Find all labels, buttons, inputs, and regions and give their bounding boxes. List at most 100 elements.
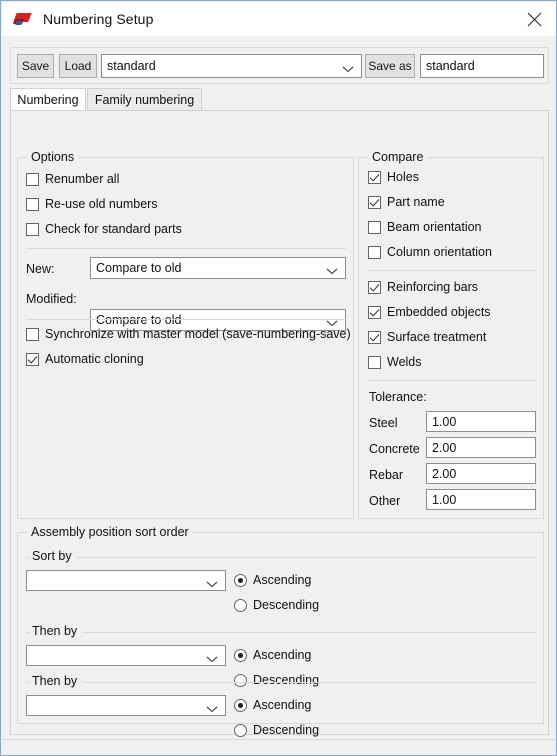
then-by-2-combobox[interactable] [26, 695, 226, 716]
tolerance-concrete-input[interactable]: 2.00 [426, 437, 536, 458]
checkbox-automatic-cloning[interactable]: Automatic cloning [26, 352, 144, 366]
tolerance-label: Tolerance: [369, 390, 427, 404]
checkbox-label: Synchronize with master model (save-numb… [45, 327, 351, 341]
radio-label: Descending [253, 598, 320, 612]
divider [26, 248, 346, 249]
checkbox-box [368, 195, 381, 209]
tolerance-other-label: Other [369, 494, 401, 508]
checkbox-label: Automatic cloning [45, 352, 144, 366]
radio-circle [234, 723, 247, 737]
sort-by-label: Sort by [30, 549, 77, 563]
checkbox-label: Check for standard parts [45, 222, 182, 236]
radio-label: Ascending [253, 698, 312, 712]
checkbox-label: Surface treatment [387, 330, 487, 344]
assembly-position-sort-order-group: Assembly position sort order Sort by Asc… [17, 525, 544, 737]
checkbox-box [26, 352, 39, 366]
compare-group-label: Compare [368, 150, 428, 164]
sort-by-subgroup: Sort by Ascending Descending [26, 549, 536, 613]
radio-circle [234, 698, 247, 712]
checkbox-welds[interactable]: Welds [368, 355, 422, 369]
checkbox-box [368, 330, 381, 344]
checkbox-part-name[interactable]: Part name [368, 195, 445, 209]
checkbox-box [368, 170, 381, 184]
chevron-down-icon [206, 652, 218, 662]
tolerance-rebar-label: Rebar [369, 468, 404, 482]
sort-by-combobox[interactable] [26, 570, 226, 591]
chevron-down-icon [342, 62, 354, 73]
tab-strip: Numbering Family numbering [10, 88, 549, 111]
attribute-file-bar: Save Load standard Save as standard [10, 47, 549, 84]
radio-then-by-2-descending[interactable]: Descending [234, 723, 319, 737]
modified-label: Modified: [26, 292, 77, 306]
attribute-file-value: standard [107, 59, 156, 73]
checkbox-synchronize-with-master-model[interactable]: Synchronize with master model (save-numb… [26, 327, 351, 341]
tolerance-rebar-input[interactable]: 2.00 [426, 463, 536, 484]
save-button[interactable]: Save [17, 54, 54, 78]
title-bar: Numbering Setup [2, 2, 556, 36]
checkbox-label: Re-use old numbers [45, 197, 158, 211]
checkbox-reinforcing-bars[interactable]: Reinforcing bars [368, 280, 478, 294]
radio-label: Descending [253, 723, 320, 737]
dialog-footer: OK Apply Cancel [2, 739, 556, 755]
checkbox-box [26, 197, 39, 211]
checkbox-label: Part name [387, 195, 445, 209]
checkbox-reuse-old-numbers[interactable]: Re-use old numbers [26, 197, 158, 211]
numbering-setup-dialog: Numbering Setup Save Load standard Save … [0, 0, 557, 756]
checkbox-box [26, 172, 39, 186]
options-group: Options Renumber all Re-use old numbers … [17, 150, 354, 519]
then-by-2-label: Then by [30, 674, 83, 688]
divider [368, 380, 536, 381]
radio-label: Ascending [253, 573, 312, 587]
tab-numbering[interactable]: Numbering [10, 88, 86, 111]
then-by-1-subgroup: Then by Ascending Descending [26, 624, 536, 688]
chevron-down-icon [326, 316, 338, 327]
checkbox-label: Renumber all [45, 172, 120, 186]
checkbox-column-orientation[interactable]: Column orientation [368, 245, 492, 259]
then-by-1-combobox[interactable] [26, 645, 226, 666]
tolerance-rebar-value: 2.00 [432, 466, 457, 481]
divider [368, 270, 536, 271]
checkbox-check-for-standard-parts[interactable]: Check for standard parts [26, 222, 182, 236]
tolerance-steel-input[interactable]: 1.00 [426, 411, 536, 432]
radio-circle [234, 598, 247, 612]
close-icon[interactable] [511, 2, 556, 36]
tolerance-other-value: 1.00 [432, 492, 457, 507]
checkbox-surface-treatment[interactable]: Surface treatment [368, 330, 486, 344]
save-as-input[interactable]: standard [420, 54, 544, 78]
save-as-value: standard [426, 59, 475, 73]
chevron-down-icon [206, 577, 218, 587]
sort-order-group-label: Assembly position sort order [27, 525, 193, 539]
checkbox-renumber-all[interactable]: Renumber all [26, 172, 119, 186]
window-title: Numbering Setup [43, 11, 154, 27]
checkbox-embedded-objects[interactable]: Embedded objects [368, 305, 491, 319]
checkbox-box [26, 327, 39, 341]
save-as-button[interactable]: Save as [365, 54, 415, 78]
checkbox-box [368, 245, 381, 259]
radio-then-by-2-ascending[interactable]: Ascending [234, 698, 311, 712]
checkbox-beam-orientation[interactable]: Beam orientation [368, 220, 482, 234]
attribute-file-combobox[interactable]: standard [101, 54, 362, 78]
radio-sort-by-ascending[interactable]: Ascending [234, 573, 311, 587]
then-by-2-subgroup: Then by Ascending Descending [26, 674, 536, 738]
tab-family-numbering[interactable]: Family numbering [87, 88, 202, 111]
radio-circle [234, 573, 247, 587]
tolerance-concrete-label: Concrete [369, 442, 420, 456]
modified-value: Compare to old [96, 313, 182, 327]
checkbox-box [368, 305, 381, 319]
radio-label: Ascending [253, 648, 312, 662]
checkbox-holes[interactable]: Holes [368, 170, 419, 184]
radio-circle [234, 648, 247, 662]
tolerance-steel-value: 1.00 [432, 414, 457, 429]
checkbox-label: Beam orientation [387, 220, 482, 234]
tolerance-other-input[interactable]: 1.00 [426, 489, 536, 510]
new-combobox[interactable]: Compare to old [90, 257, 346, 279]
radio-sort-by-descending[interactable]: Descending [234, 598, 319, 612]
load-button[interactable]: Load [59, 54, 97, 78]
radio-then-by-1-ascending[interactable]: Ascending [234, 648, 311, 662]
divider [26, 319, 346, 320]
chevron-down-icon [326, 264, 338, 275]
dialog-client-area: Save Load standard Save as standard Numb… [2, 36, 556, 755]
checkbox-label: Holes [387, 170, 419, 184]
checkbox-label: Welds [387, 355, 422, 369]
then-by-1-label: Then by [30, 624, 83, 638]
